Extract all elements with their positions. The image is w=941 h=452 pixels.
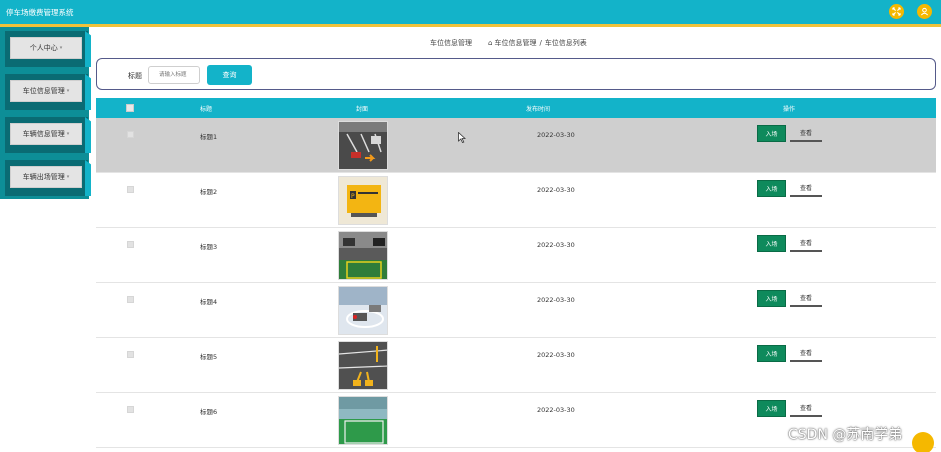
sidebar-item-label: 车位信息管理 xyxy=(22,87,65,95)
chevron-down-icon: ▾ xyxy=(66,88,70,94)
cover-image xyxy=(338,231,388,280)
data-table: 标题 封面 发布时间 操作 标题1 2022-03-30 入场 查看 标题2 P… xyxy=(96,98,936,448)
row-checkbox[interactable] xyxy=(127,296,134,303)
chevron-down-icon: ▾ xyxy=(66,174,70,180)
table-row[interactable]: 标题3 2022-03-30 入场 查看 xyxy=(96,228,936,283)
select-all-checkbox[interactable] xyxy=(126,104,134,112)
view-button[interactable]: 查看 xyxy=(790,125,822,142)
app-title: 停车场缴费管理系统 xyxy=(6,8,74,17)
sidebar-item-label: 车辆出场管理 xyxy=(22,173,65,181)
row-title: 标题3 xyxy=(200,243,218,251)
top-accent-line xyxy=(0,24,941,27)
table-header: 标题 封面 发布时间 操作 xyxy=(96,98,936,118)
column-header: 发布时间 xyxy=(526,106,551,113)
entry-button[interactable]: 入场 xyxy=(757,290,786,307)
row-date: 2022-03-30 xyxy=(537,186,575,194)
cover-image xyxy=(338,286,388,335)
fullscreen-icon[interactable] xyxy=(889,4,904,19)
sidebar-item-parking-space[interactable]: 车位信息管理 ▾ xyxy=(5,74,91,110)
row-checkbox[interactable] xyxy=(127,406,134,413)
sidebar: 个人中心 ▾ 车位信息管理 ▾ 车辆信息管理 ▾ 车辆出场管理 ▾ xyxy=(0,27,91,199)
svg-text:P: P xyxy=(351,193,355,200)
table-row[interactable]: 标题4 2022-03-30 入场 查看 xyxy=(96,283,936,338)
table-row[interactable]: 标题2 P 2022-03-30 入场 查看 xyxy=(96,173,936,228)
row-title: 标题6 xyxy=(200,408,218,416)
table-row[interactable]: 标题1 2022-03-30 入场 查看 xyxy=(96,118,936,173)
breadcrumb-section: 车位信息管理 xyxy=(430,39,472,47)
row-checkbox[interactable] xyxy=(127,131,134,138)
entry-button[interactable]: 入场 xyxy=(757,400,786,417)
view-button[interactable]: 查看 xyxy=(790,345,822,362)
entry-button[interactable]: 入场 xyxy=(757,345,786,362)
view-button[interactable]: 查看 xyxy=(790,290,822,307)
column-header: 操作 xyxy=(783,106,796,113)
row-title: 标题4 xyxy=(200,298,218,306)
view-button[interactable]: 查看 xyxy=(790,400,822,417)
chevron-down-icon: ▾ xyxy=(59,45,63,51)
view-button[interactable]: 查看 xyxy=(790,180,822,197)
sidebar-item-vehicle-exit[interactable]: 车辆出场管理 ▾ xyxy=(5,160,91,196)
cover-image xyxy=(338,121,388,170)
user-icon[interactable] xyxy=(917,4,932,19)
sidebar-item-profile[interactable]: 个人中心 ▾ xyxy=(5,31,91,67)
cover-image: P xyxy=(338,176,388,225)
search-input[interactable] xyxy=(148,66,200,84)
row-checkbox[interactable] xyxy=(127,241,134,248)
column-header: 标题 xyxy=(200,106,213,113)
row-date: 2022-03-30 xyxy=(537,131,575,139)
watermark-text: CSDN @苏南学弟 xyxy=(788,427,903,443)
row-title: 标题2 xyxy=(200,188,218,196)
row-date: 2022-03-30 xyxy=(537,406,575,414)
cover-image xyxy=(338,341,388,390)
breadcrumb: 车位信息管理 ⌂ 车位信息管理 / 车位信息列表 xyxy=(430,38,587,48)
cover-image xyxy=(338,396,388,445)
floating-action-button[interactable] xyxy=(912,432,934,452)
sidebar-item-label: 车辆信息管理 xyxy=(22,130,65,138)
chevron-down-icon: ▾ xyxy=(66,131,70,137)
row-title: 标题5 xyxy=(200,353,218,361)
entry-button[interactable]: 入场 xyxy=(757,180,786,197)
sidebar-item-vehicle-info[interactable]: 车辆信息管理 ▾ xyxy=(5,117,91,153)
search-button[interactable]: 查询 xyxy=(207,65,252,85)
row-date: 2022-03-30 xyxy=(537,241,575,249)
breadcrumb-item[interactable]: 车位信息管理 xyxy=(494,38,536,48)
mouse-cursor-icon xyxy=(458,132,466,143)
row-checkbox[interactable] xyxy=(127,351,134,358)
row-date: 2022-03-30 xyxy=(537,296,575,304)
entry-button[interactable]: 入场 xyxy=(757,235,786,252)
search-label: 标题 xyxy=(128,72,142,80)
breadcrumb-item: 车位信息列表 xyxy=(544,39,587,47)
search-panel: 标题 查询 xyxy=(96,58,936,90)
row-title: 标题1 xyxy=(200,133,218,141)
view-button[interactable]: 查看 xyxy=(790,235,822,252)
column-header: 封面 xyxy=(356,106,369,113)
row-date: 2022-03-30 xyxy=(537,351,575,359)
entry-button[interactable]: 入场 xyxy=(757,125,786,142)
home-icon[interactable]: ⌂ xyxy=(488,39,492,47)
table-row[interactable]: 标题5 2022-03-30 入场 查看 xyxy=(96,338,936,393)
row-checkbox[interactable] xyxy=(127,186,134,193)
sidebar-item-label: 个人中心 xyxy=(29,44,58,52)
top-bar: 停车场缴费管理系统 xyxy=(0,0,941,24)
